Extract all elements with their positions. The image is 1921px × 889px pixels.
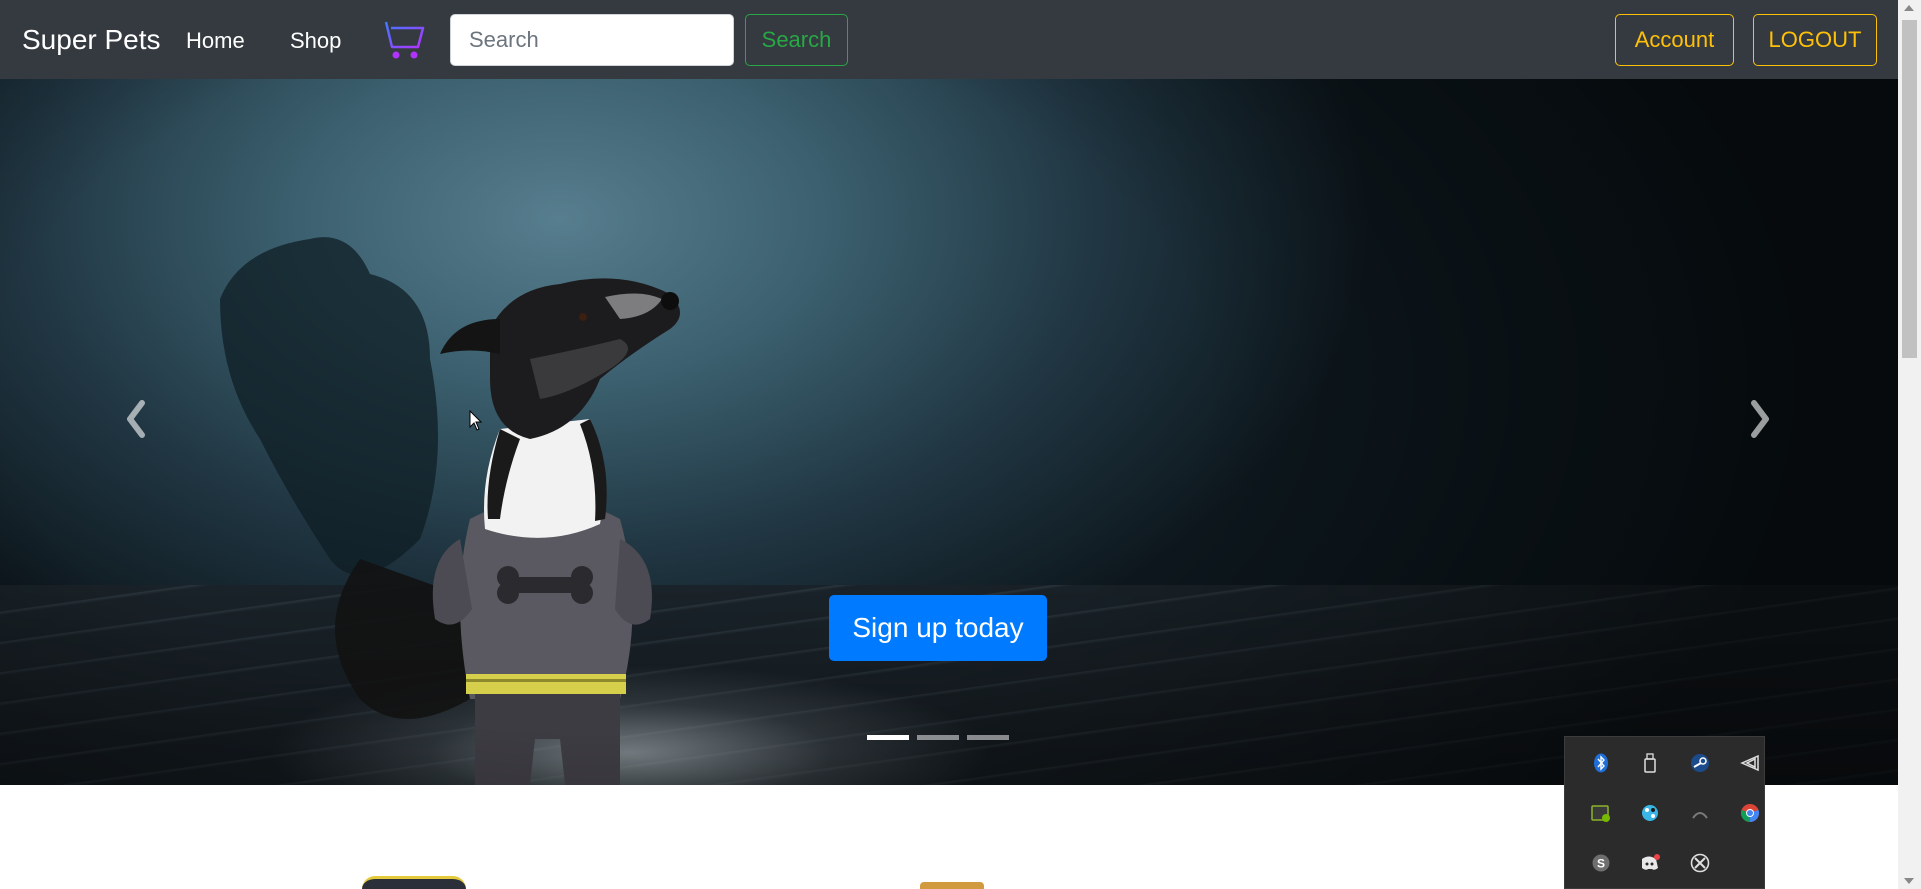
hero-carousel: Sign up today — [0, 79, 1898, 785]
skype-icon[interactable]: S — [1590, 852, 1612, 874]
discord-icon[interactable] — [1639, 852, 1661, 874]
page-scrollbar[interactable] — [1898, 0, 1921, 889]
chevron-right-icon[interactable] — [1724, 389, 1784, 449]
scrollbar-thumb[interactable] — [1902, 20, 1917, 358]
system-tray-overflow: S — [1564, 736, 1765, 889]
color-palette-icon[interactable] — [1639, 802, 1661, 824]
category-image-peek — [920, 882, 984, 889]
carousel-indicator-3[interactable] — [967, 735, 1009, 740]
nav-link-shop[interactable]: Shop — [290, 28, 341, 54]
chrome-icon[interactable] — [1739, 802, 1761, 824]
brand-logo[interactable]: Super Pets — [22, 24, 161, 56]
carousel-indicator-1[interactable] — [867, 735, 909, 740]
logout-button[interactable]: LOGOUT — [1753, 14, 1877, 66]
scroll-down-icon[interactable] — [1904, 878, 1914, 884]
visual-studio-icon[interactable] — [1739, 752, 1761, 774]
search-button[interactable]: Search — [745, 14, 848, 66]
mouse-cursor-icon — [469, 410, 483, 431]
scroll-up-icon[interactable] — [1904, 5, 1914, 11]
search-input[interactable] — [450, 14, 734, 66]
account-button[interactable]: Account — [1615, 14, 1734, 66]
carousel-indicator-2[interactable] — [917, 735, 959, 740]
shopping-cart-icon[interactable] — [376, 17, 426, 61]
category-image-peek — [362, 876, 466, 889]
nvidia-icon[interactable] — [1590, 802, 1612, 824]
top-navbar: Super Pets Home Shop Search Account LOGO… — [0, 0, 1898, 79]
xbox-icon[interactable] — [1689, 852, 1711, 874]
bluetooth-icon[interactable] — [1590, 752, 1612, 774]
nav-link-home[interactable]: Home — [186, 28, 245, 54]
steam-icon[interactable] — [1689, 752, 1711, 774]
wifi-hidden-icon[interactable] — [1689, 802, 1711, 824]
svg-text:S: S — [1597, 857, 1605, 871]
signup-button[interactable]: Sign up today — [829, 595, 1047, 661]
usb-drive-icon[interactable] — [1639, 752, 1661, 774]
chevron-left-icon[interactable] — [112, 389, 172, 449]
